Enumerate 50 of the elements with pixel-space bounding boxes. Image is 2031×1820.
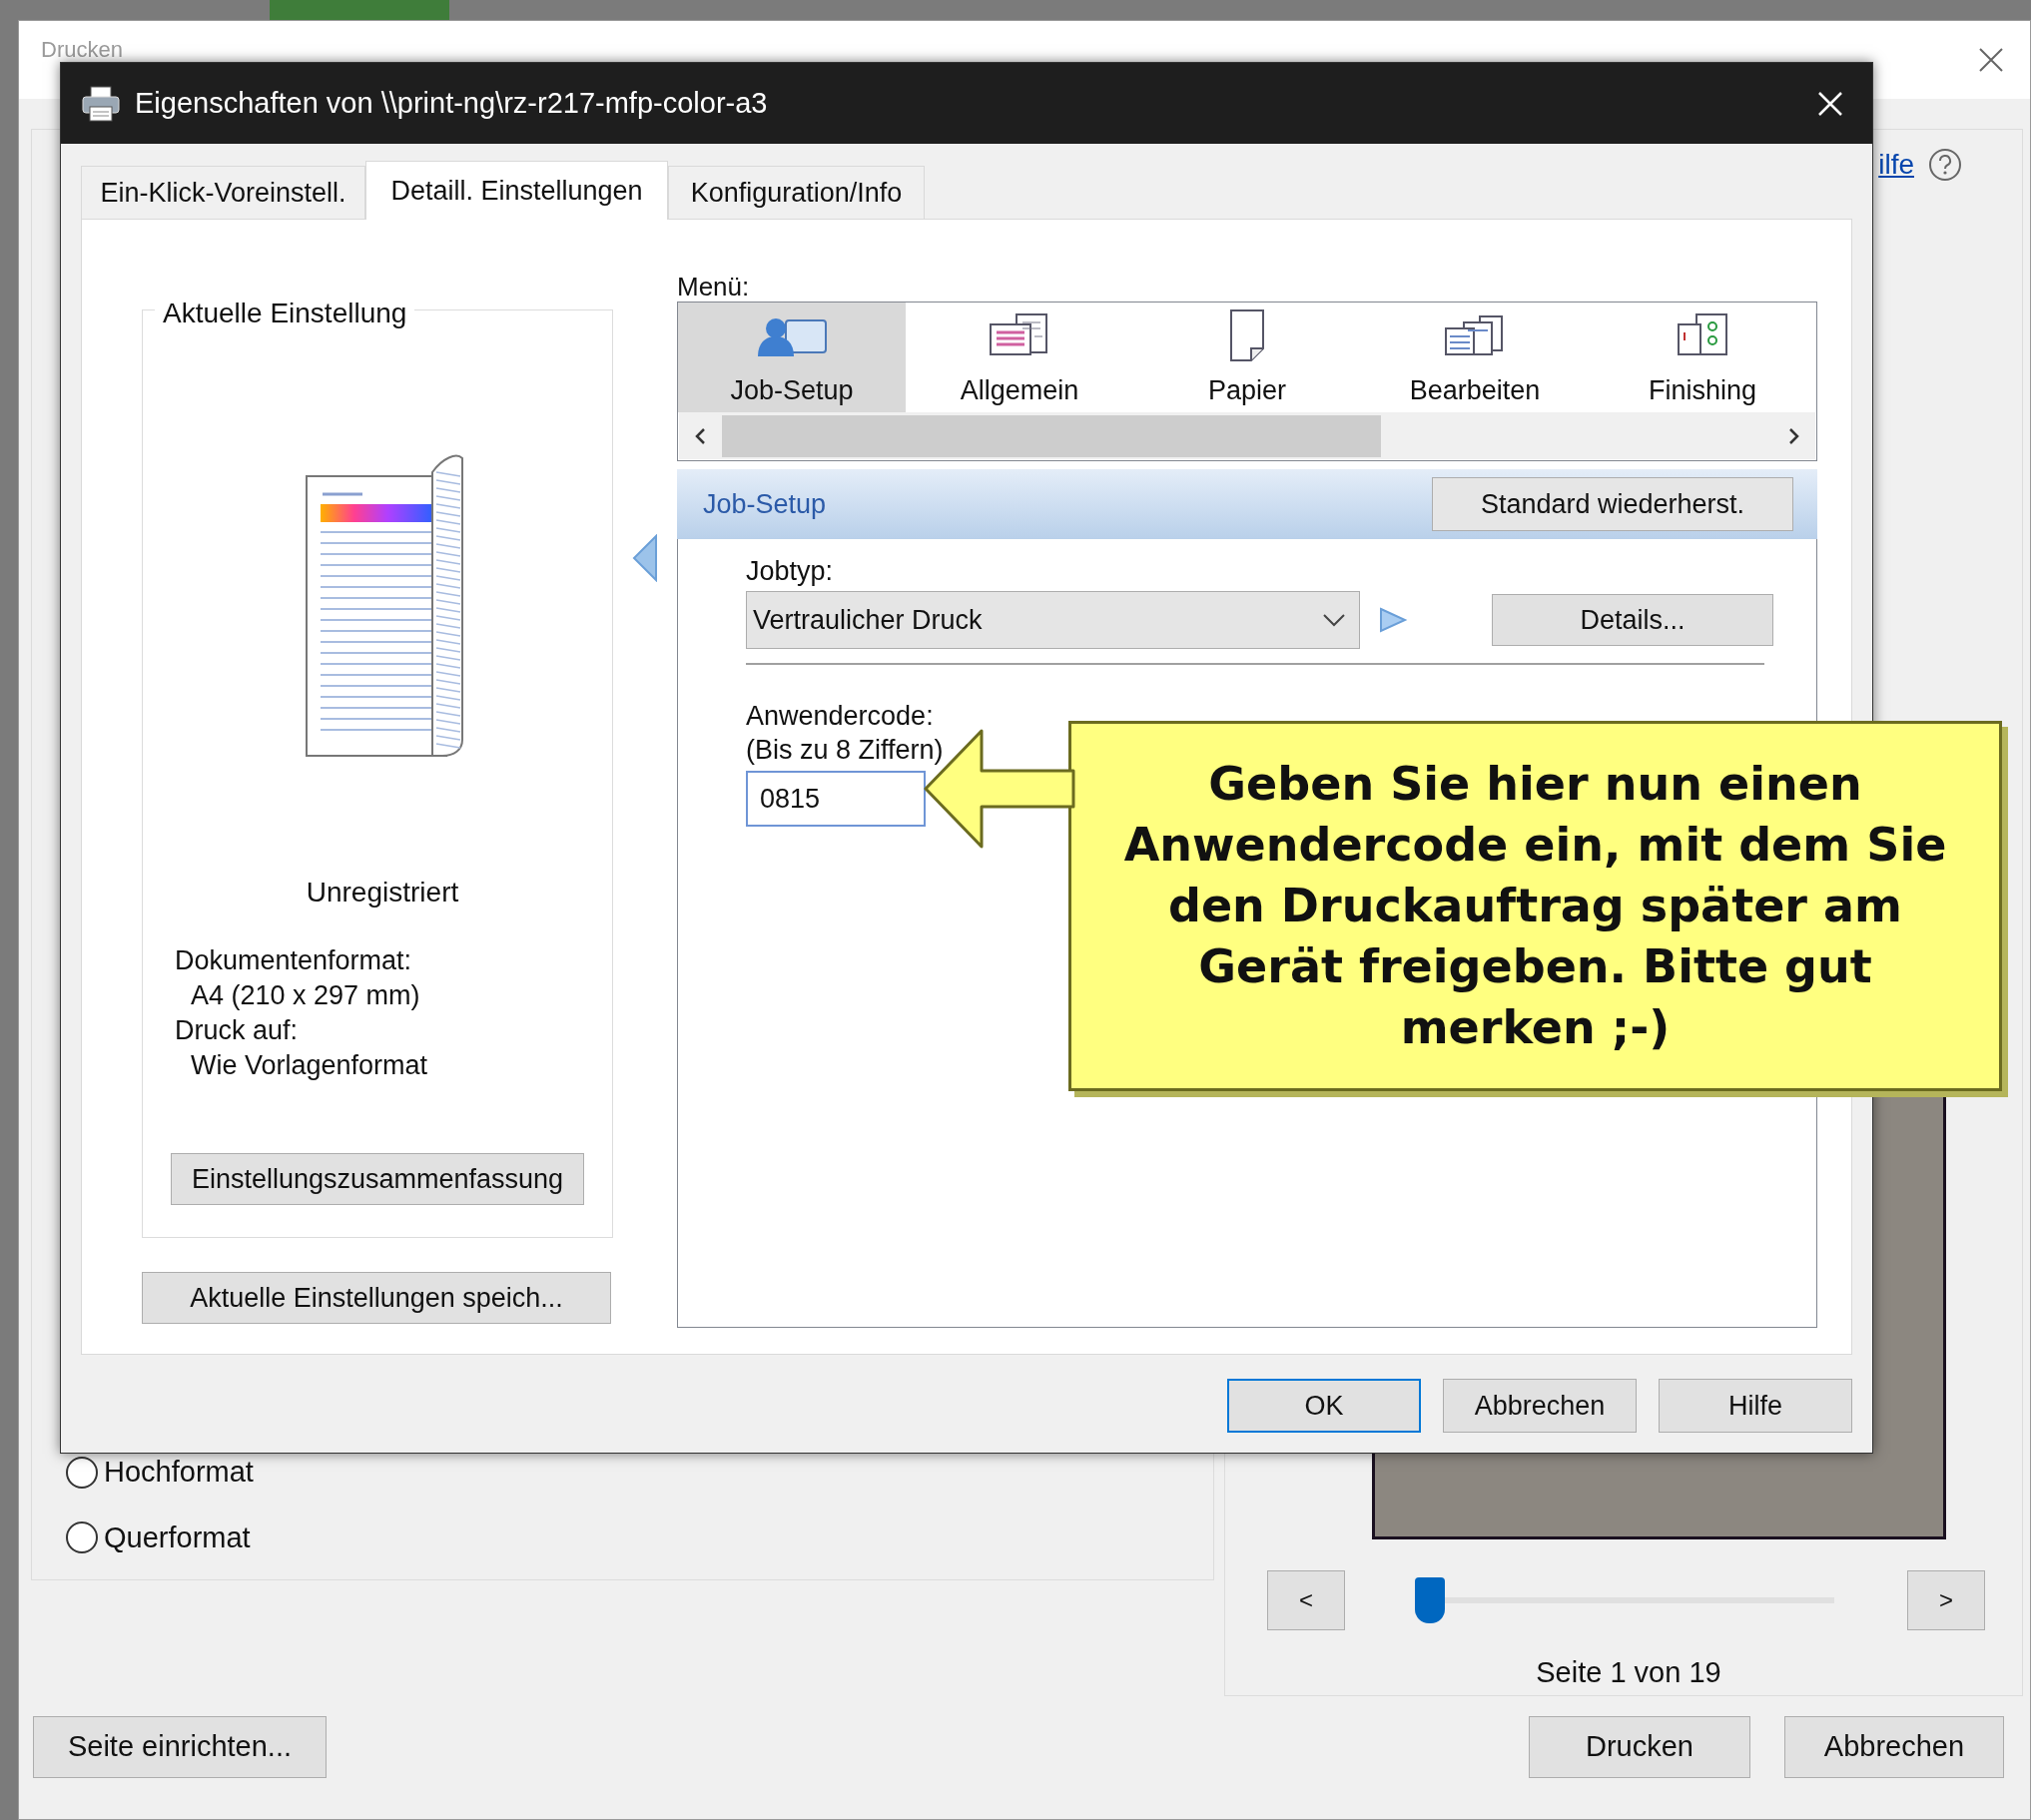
page-label: Seite 1 von 19 (1536, 1655, 1721, 1690)
details-button[interactable]: Details... (1492, 594, 1773, 646)
setting-label: Druck auf: (175, 1014, 300, 1047)
window-title: Drucken (41, 36, 123, 64)
previous-page-button[interactable]: < (1267, 1570, 1345, 1630)
field-label: Jobtyp: (746, 556, 834, 586)
radio-label: Hochformat (104, 1455, 254, 1490)
tab[interactable]: Konfiguration/Info (668, 166, 925, 219)
slider-thumb[interactable] (1415, 1577, 1445, 1623)
setting-value: A4 (210 x 297 mm) (190, 979, 421, 1012)
setting-label: Dokumentenformat: (175, 944, 413, 977)
save-settings-button[interactable]: Aktuelle Einstellungen speich... (142, 1272, 611, 1324)
job-type-dropdown[interactable]: Vertraulicher Druck (746, 591, 1360, 649)
scroll-right-icon (1788, 426, 1799, 445)
section-title: Job-Setup (703, 487, 827, 521)
summary-button[interactable]: Einstellungszusammenfassung (171, 1153, 584, 1205)
close-icon (1978, 47, 2004, 73)
radio-button[interactable] (66, 1456, 98, 1489)
printer-icon (81, 84, 121, 123)
field-hint: (Bis zu 8 Ziffern) (746, 734, 945, 767)
radio-label: Querformat (104, 1519, 251, 1555)
scrollbar-thumb[interactable] (722, 414, 1381, 457)
field-label: Anwendercode: (746, 700, 935, 733)
print-button[interactable]: Drucken (1529, 1716, 1750, 1778)
dialog-title: Eigenschaften von \\print-ng\rz-r217-mfp-color-a3 (135, 85, 768, 121)
collapse-arrow-icon (632, 534, 658, 582)
page-slider[interactable] (1415, 1577, 1834, 1623)
play-arrow-icon (1378, 606, 1408, 634)
dialog-button[interactable]: OK (1227, 1379, 1421, 1433)
chevron-down-icon (1321, 612, 1347, 628)
tab[interactable]: Detaill. Einstellungen (365, 161, 668, 220)
help-link[interactable]: ilfe (1878, 144, 1914, 186)
reset-defaults-button[interactable]: Standard wiederherst. (1432, 477, 1793, 531)
scrollbar[interactable] (679, 412, 1815, 459)
scroll-left-icon (695, 426, 706, 445)
dialog-button[interactable]: Hilfe (1659, 1379, 1852, 1433)
next-page-button[interactable]: > (1907, 1570, 1985, 1630)
status-text: Unregistriert (306, 876, 459, 910)
user-code-input[interactable]: 0815 (746, 771, 926, 827)
radio-button[interactable] (66, 1521, 98, 1554)
tab[interactable]: Ein-Klick-Voreinstell. (81, 166, 365, 219)
setting-value: Wie Vorlagenformat (190, 1049, 428, 1082)
help-icon (1928, 148, 1962, 182)
close-icon (1816, 89, 1844, 118)
cancel-button[interactable]: Abbrechen (1784, 1716, 2004, 1778)
dialog-button[interactable]: Abbrechen (1443, 1379, 1637, 1433)
page-setup-button[interactable]: Seite einrichten... (33, 1716, 327, 1778)
menu-item[interactable]: Job-Setup (678, 303, 906, 412)
callout-text: Geben Sie hier nun einen Anwendercode ein, mit dem Sie den Druckauftrag später am Gerät freigeben. Bitte gut merken ;-) (1122, 756, 1948, 1056)
menu-label: Menü: (677, 272, 750, 302)
